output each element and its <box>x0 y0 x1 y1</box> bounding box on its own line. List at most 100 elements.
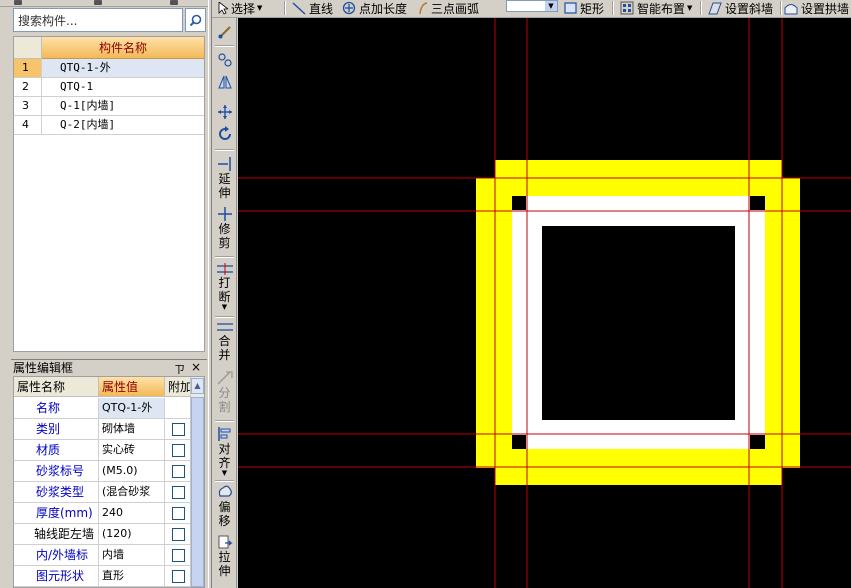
toolbar-separator <box>612 1 614 15</box>
toolbar-glyph-icon[interactable] <box>94 0 102 5</box>
toolbar-glyph-icon[interactable] <box>14 0 22 5</box>
property-extra-header[interactable]: 附加 <box>165 377 192 397</box>
corner-post[interactable] <box>512 435 526 449</box>
table-row[interactable]: 4 Q-2[内墙] <box>14 116 204 135</box>
table-row[interactable]: 2 QTQ-1 <box>14 78 204 97</box>
property-row[interactable]: 砂浆类型 (混合砂浆 <box>14 482 192 503</box>
property-value[interactable]: 内墙 <box>99 545 165 565</box>
merge-button[interactable]: 合 并 <box>214 320 235 362</box>
scroll-thumb[interactable] <box>191 397 204 587</box>
brush-button[interactable] <box>214 24 235 40</box>
grid-layout-icon <box>620 1 634 15</box>
property-row[interactable]: 名称 QTQ-1-外 <box>14 398 192 419</box>
property-value[interactable]: 240 <box>99 503 165 523</box>
property-value[interactable]: 实心砖 <box>99 440 165 460</box>
table-row[interactable]: 3 Q-1[内墙] <box>14 97 204 116</box>
toolbar-separator <box>215 256 234 258</box>
extra-checkbox[interactable] <box>172 527 185 541</box>
chevron-down-icon: ▼ <box>545 1 557 11</box>
extra-checkbox[interactable] <box>172 485 185 499</box>
slope-wall-button[interactable]: 设置斜墙 <box>708 0 773 16</box>
property-value[interactable]: (M5.0) <box>99 461 165 481</box>
property-value[interactable]: QTQ-1-外 <box>99 398 165 418</box>
corner-post[interactable] <box>750 196 765 210</box>
property-row[interactable]: 材质 实心砖 <box>14 440 192 461</box>
select-label: 选择 <box>231 1 256 16</box>
rect-button[interactable]: 矩形 <box>564 0 604 16</box>
stretch-label-2: 伸 <box>218 564 231 578</box>
scroll-up-icon[interactable]: ▲ <box>191 378 204 394</box>
drawing-canvas[interactable] <box>238 18 851 588</box>
wall-drawing[interactable] <box>238 18 851 588</box>
property-name-header[interactable]: 属性名称 <box>14 377 99 397</box>
extra-checkbox[interactable] <box>172 422 185 436</box>
rotate-button[interactable] <box>214 126 235 142</box>
split-button: 分 割 <box>214 370 235 414</box>
property-row[interactable]: 图元形状 直形 <box>14 566 192 587</box>
trim-label-1: 修 <box>218 222 231 236</box>
merge-label-2: 并 <box>218 348 231 362</box>
mirror-button[interactable] <box>214 74 235 90</box>
search-button[interactable] <box>185 8 206 32</box>
trim-button[interactable]: 修 剪 <box>214 206 235 250</box>
extend-button[interactable]: 延 伸 <box>214 156 235 200</box>
point-length-icon <box>342 1 356 15</box>
chevron-down-icon: ▼ <box>221 303 228 311</box>
corner-post[interactable] <box>512 196 526 210</box>
property-grid-header: 属性名称 属性值 附加 <box>14 377 204 397</box>
property-row[interactable]: 厚度(mm) 240 <box>14 503 192 524</box>
align-label-2: 齐 <box>218 456 231 470</box>
extra-checkbox[interactable] <box>172 464 185 478</box>
align-label-1: 对 <box>218 442 231 456</box>
rectangle-icon <box>564 2 577 14</box>
toolbar-separator <box>284 1 286 15</box>
extra-checkbox[interactable] <box>172 548 185 562</box>
property-value[interactable]: 砌体墙 <box>99 419 165 439</box>
arc-button[interactable]: 三点画弧 <box>418 0 479 16</box>
copy-button[interactable] <box>214 52 235 68</box>
property-extra-cell <box>165 503 192 523</box>
merge-icon <box>216 323 233 331</box>
corner-post[interactable] <box>750 435 765 449</box>
align-button[interactable]: 对 齐 ▼ <box>214 426 235 477</box>
component-list: 构件名称 1 QTQ-1-外 2 QTQ-1 3 Q-1[内墙] 4 Q-2[内… <box>13 36 205 352</box>
close-icon[interactable]: × <box>191 360 201 374</box>
property-value[interactable]: 直形 <box>99 566 165 586</box>
property-row[interactable]: 类别 砌体墙 <box>14 419 192 440</box>
arc-mode-select[interactable]: ▼ <box>506 0 558 12</box>
break-label-2: 断 <box>218 290 231 304</box>
property-extra-cell <box>165 398 192 418</box>
property-value-header[interactable]: 属性值 <box>99 377 165 397</box>
select-button[interactable]: 选择 ▼ <box>218 0 262 16</box>
property-name: 图元形状 <box>14 566 99 586</box>
component-name-header[interactable]: 构件名称 <box>42 37 204 59</box>
component-panel: 搜索构件... 构件名称 1 QTQ-1-外 2 QTQ-1 3 Q-1[内墙]… <box>0 0 208 588</box>
extra-checkbox[interactable] <box>172 443 185 457</box>
extra-checkbox[interactable] <box>172 506 185 520</box>
point-length-button[interactable]: 点加长度 <box>342 0 407 16</box>
table-row[interactable]: 1 QTQ-1-外 <box>14 59 204 78</box>
property-row[interactable]: 轴线距左墙 (120) <box>14 524 192 545</box>
property-scrollbar[interactable]: ▲ <box>190 377 204 587</box>
toolbar-glyph-icon[interactable] <box>170 0 178 5</box>
line-button[interactable]: 直线 <box>292 0 333 16</box>
toolbar-separator <box>215 149 234 151</box>
property-name: 厚度(mm) <box>14 503 99 523</box>
stretch-button[interactable]: 拉 伸 <box>214 534 235 578</box>
property-name: 砂浆标号 <box>14 461 99 481</box>
extra-checkbox[interactable] <box>172 569 185 583</box>
break-button[interactable]: 打 断 ▼ <box>214 262 235 311</box>
property-row[interactable]: 砂浆标号 (M5.0) <box>14 461 192 482</box>
offset-label-1: 偏 <box>218 500 231 514</box>
move-button[interactable] <box>214 104 235 120</box>
pin-icon[interactable]: ㄗ <box>174 361 185 377</box>
property-row[interactable]: 内/外墙标 内墙 <box>14 545 192 566</box>
search-input[interactable]: 搜索构件... <box>13 8 183 32</box>
component-name: QTQ-1-外 <box>42 59 204 77</box>
smart-layout-button[interactable]: 智能布置 ▼ <box>620 0 692 16</box>
property-value[interactable]: (120) <box>99 524 165 544</box>
property-name: 材质 <box>14 440 99 460</box>
offset-button[interactable]: 偏 移 <box>214 484 235 528</box>
property-value[interactable]: (混合砂浆 <box>99 482 165 502</box>
arch-wall-button[interactable]: 设置拱墙 <box>784 0 849 16</box>
